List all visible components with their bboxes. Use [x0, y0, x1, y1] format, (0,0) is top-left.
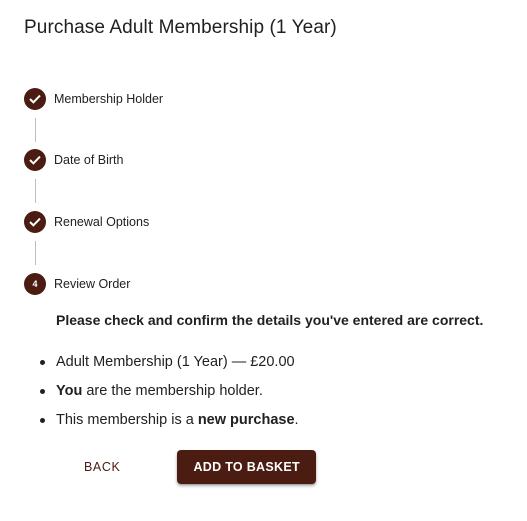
list-item: You are the membership holder. [40, 382, 299, 411]
item-text: are the membership holder. [82, 383, 263, 399]
back-button[interactable]: BACK [70, 450, 134, 484]
order-summary-list: Adult Membership (1 Year) — £20.00 You a… [40, 353, 299, 440]
step-number: 4 [32, 279, 38, 289]
step-label: Membership Holder [54, 92, 164, 106]
list-item: This membership is a new purchase. [40, 411, 299, 440]
step-label: Renewal Options [54, 215, 150, 229]
step-date-of-birth[interactable]: Date of Birth [24, 149, 123, 171]
step-renewal-options[interactable]: Renewal Options [24, 211, 149, 233]
step-connector [35, 118, 36, 142]
step-number-badge: 4 [24, 273, 46, 295]
check-icon [24, 211, 46, 233]
item-bold: new purchase [197, 412, 295, 428]
check-icon [24, 149, 46, 171]
step-label: Date of Birth [54, 153, 124, 167]
step-label: Review Order [54, 277, 131, 291]
dialog-actions: BACK ADD TO BASKET [70, 450, 316, 484]
item-bold: You [56, 383, 83, 399]
item-prefix: This membership is a [56, 412, 198, 428]
item-text: Adult Membership (1 Year) — £20.00 [56, 354, 295, 370]
step-connector [35, 179, 36, 203]
dialog-title: Purchase Adult Membership (1 Year) [24, 17, 337, 38]
item-suffix: . [294, 412, 299, 428]
list-item: Adult Membership (1 Year) — £20.00 [40, 353, 299, 382]
step-membership-holder[interactable]: Membership Holder [24, 88, 163, 110]
step-connector [35, 241, 36, 265]
check-icon [24, 88, 46, 110]
step-review-order[interactable]: 4 Review Order [24, 273, 130, 295]
add-to-basket-button[interactable]: ADD TO BASKET [177, 450, 316, 484]
review-order-panel: Please check and confirm the details you… [40, 312, 516, 428]
confirm-instructions: Please check and confirm the details you… [56, 312, 484, 328]
